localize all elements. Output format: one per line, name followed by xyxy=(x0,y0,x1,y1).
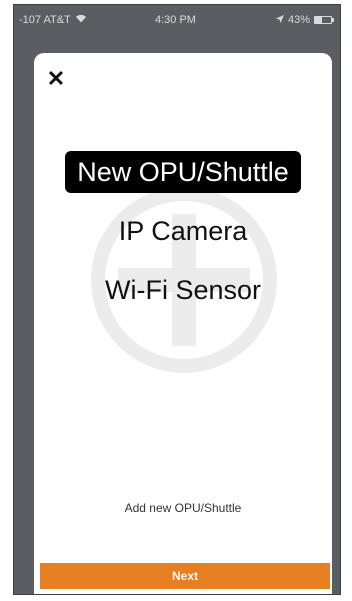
battery-icon xyxy=(313,16,334,24)
wifi-icon xyxy=(75,14,87,26)
device-type-options: New OPU/Shuttle IP Camera Wi-Fi Sensor xyxy=(34,151,332,328)
phone-screen: -107 AT&T 4:30 PM 43% ✕ New OPU/Shuttle xyxy=(13,4,341,595)
add-device-dialog: ✕ New OPU/Shuttle IP Camera Wi-Fi Sensor… xyxy=(34,53,332,594)
option-wifi-sensor[interactable]: Wi-Fi Sensor xyxy=(93,269,273,311)
option-description: Add new OPU/Shuttle xyxy=(124,501,242,515)
status-bar: -107 AT&T 4:30 PM 43% xyxy=(14,5,340,41)
option-new-opu-shuttle[interactable]: New OPU/Shuttle xyxy=(65,151,301,193)
location-icon xyxy=(275,14,284,26)
battery-percent: 43% xyxy=(287,14,310,26)
option-ip-camera[interactable]: IP Camera xyxy=(107,210,260,252)
carrier-signal: -107 AT&T xyxy=(19,14,71,26)
status-time: 4:30 PM xyxy=(155,14,196,26)
close-icon[interactable]: ✕ xyxy=(44,66,68,91)
next-button[interactable]: Next xyxy=(40,563,330,589)
